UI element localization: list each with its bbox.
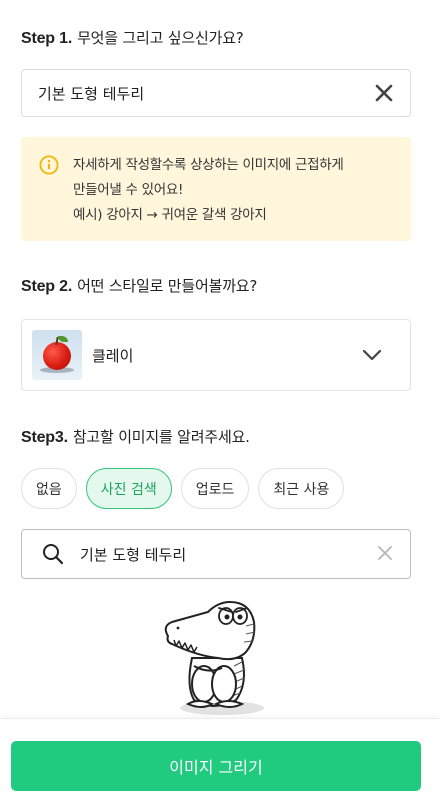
prompt-input[interactable]: 기본 도형 테두리: [21, 69, 411, 117]
photo-search-input[interactable]: [80, 545, 378, 563]
step1-label: Step 1.: [21, 30, 73, 47]
step3-question: 참고할 이미지를 알려주세요.: [72, 428, 250, 446]
tip-line: 예시) 강아지 → 귀여운 갈색 강아지: [73, 207, 267, 223]
option-upload-chip[interactable]: 업로드: [180, 468, 250, 509]
chevron-down-icon[interactable]: [362, 346, 382, 365]
style-select[interactable]: 클레이: [21, 319, 411, 391]
step3-title: Step3. 참고할 이미지를 알려주세요.: [21, 426, 250, 447]
tip-line: 자세하게 작성할수록 상상하는 이미지에 근접하게: [73, 157, 344, 173]
tip-line: 만들어낼 수 있어요!: [73, 182, 184, 198]
tip-text: 자세하게 작성할수록 상상하는 이미지에 근접하게 만들어낼 수 있어요! 예시…: [73, 153, 344, 241]
step1-title: Step 1. 무엇을 그리고 싶으신가요?: [21, 27, 244, 48]
tip-banner: 자세하게 작성할수록 상상하는 이미지에 근접하게 만들어낼 수 있어요! 예시…: [21, 137, 411, 241]
step2-question: 어떤 스타일로 만들어볼까요?: [77, 277, 258, 295]
draw-image-button[interactable]: 이미지 그리기: [11, 741, 421, 791]
step2-label: Step 2.: [21, 278, 73, 295]
crocodile-mascot-illustration: [164, 600, 264, 715]
style-selected-value: 클레이: [92, 346, 134, 365]
step3-label: Step3.: [21, 429, 68, 446]
info-icon: [39, 155, 59, 175]
step1-question: 무엇을 그리고 싶으신가요?: [77, 29, 244, 47]
close-icon[interactable]: [372, 81, 396, 105]
option-photo-search-chip[interactable]: 사진 검색: [85, 468, 172, 509]
close-icon[interactable]: [378, 545, 392, 564]
photo-search-bar[interactable]: [21, 529, 411, 579]
option-recent-chip[interactable]: 최근 사용: [258, 468, 345, 509]
prompt-input-value[interactable]: 기본 도형 테두리: [38, 83, 372, 104]
style-thumbnail: [32, 330, 82, 380]
option-none-chip[interactable]: 없음: [21, 468, 77, 509]
step2-title: Step 2. 어떤 스타일로 만들어볼까요?: [21, 275, 257, 296]
bottom-action-bar: 이미지 그리기: [0, 718, 440, 803]
search-icon: [42, 543, 64, 565]
reference-options: 없음 사진 검색 업로드 최근 사용: [21, 468, 345, 509]
